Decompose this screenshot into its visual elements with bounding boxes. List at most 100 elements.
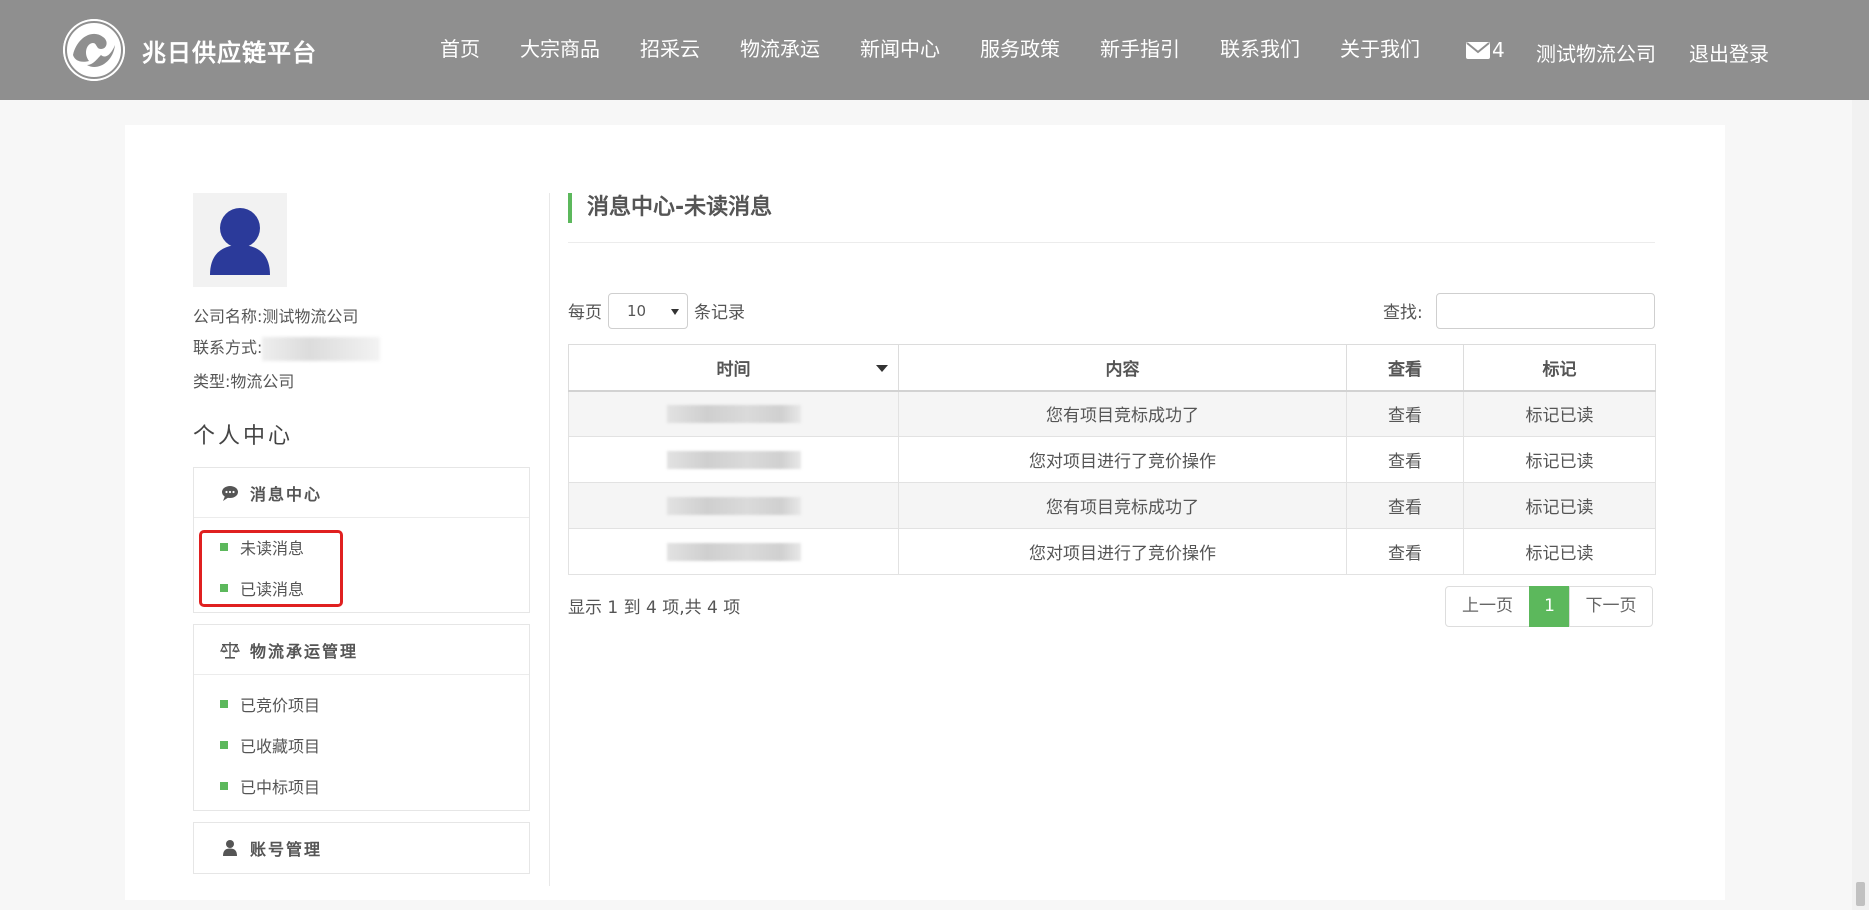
table-row: 您对项目进行了竞价操作 查看 标记已读 <box>568 436 1656 483</box>
vertical-scrollbar[interactable] <box>1852 100 1869 910</box>
title-divider <box>568 242 1655 243</box>
logout-button[interactable]: 退出登录 <box>1689 38 1769 67</box>
bullet-icon <box>220 699 228 708</box>
column-header-time[interactable]: 时间 <box>568 344 899 392</box>
nav-item-policy[interactable]: 服务政策 <box>960 34 1080 64</box>
mark-read-link[interactable]: 标记已读 <box>1463 528 1656 575</box>
page-length-label: 每页 <box>568 303 602 323</box>
type-label: 类型: <box>193 372 231 391</box>
page-length-select[interactable]: 10 <box>608 293 688 329</box>
cell-time <box>568 390 899 437</box>
avatar <box>193 193 287 287</box>
cell-content: 您对项目进行了竞价操作 <box>898 436 1347 483</box>
brand-name[interactable]: 兆日供应链平台 <box>142 33 317 68</box>
page-length-suffix: 条记录 <box>694 303 745 323</box>
highlight-box <box>199 530 343 607</box>
mark-read-link[interactable]: 标记已读 <box>1463 390 1656 437</box>
cell-content: 您有项目竞标成功了 <box>898 482 1347 529</box>
panel-title: 账号管理 <box>250 840 323 859</box>
nav-item-logistics[interactable]: 物流承运 <box>720 34 840 64</box>
time-redacted <box>666 542 801 561</box>
company-label: 公司名称: <box>193 307 263 326</box>
type-info: 类型:物流公司 <box>193 368 294 392</box>
column-label: 时间 <box>716 359 751 380</box>
search-input[interactable] <box>1436 293 1655 329</box>
nav-item-procurement[interactable]: 招采云 <box>620 34 720 64</box>
bullet-icon <box>220 740 228 749</box>
time-redacted <box>666 450 801 469</box>
search-label: 查找: <box>1383 303 1423 323</box>
user-icon <box>220 838 240 858</box>
page-number-button[interactable]: 1 <box>1529 586 1570 627</box>
top-header: 兆日供应链平台 首页 大宗商品 招采云 物流承运 新闻中心 服务政策 新手指引 … <box>0 0 1869 100</box>
table-row: 您对项目进行了竞价操作 查看 标记已读 <box>568 528 1656 575</box>
mail-button[interactable]: 4 <box>1466 38 1505 62</box>
nav-item-guide[interactable]: 新手指引 <box>1080 34 1200 64</box>
balance-scale-icon <box>220 640 240 660</box>
column-header-view[interactable]: 查看 <box>1346 344 1464 392</box>
company-link[interactable]: 测试物流公司 <box>1536 38 1656 67</box>
vertical-divider <box>549 193 550 886</box>
table-header-row: 时间 内容 查看 标记 <box>568 344 1656 392</box>
nav-item-contact[interactable]: 联系我们 <box>1200 34 1320 64</box>
view-link[interactable]: 查看 <box>1346 390 1464 437</box>
prev-page-button[interactable]: 上一页 <box>1445 586 1530 627</box>
pagination: 上一页 1 下一页 <box>1445 586 1653 627</box>
envelope-icon <box>1466 41 1490 59</box>
panel-head-account-management[interactable]: 账号管理 <box>194 823 529 873</box>
page-length-value: 10 <box>627 302 647 320</box>
cell-time <box>568 436 899 483</box>
panel-title: 物流承运管理 <box>250 641 359 661</box>
panel-logistics-management: 物流承运管理 已竞价项目 已收藏项目 已中标项目 <box>193 624 530 811</box>
contact-value-redacted <box>262 336 381 361</box>
type-value: 物流公司 <box>230 372 295 391</box>
page-title: 消息中心-未读消息 <box>568 193 772 223</box>
cell-content: 您对项目进行了竞价操作 <box>898 528 1347 575</box>
table-row: 您有项目竞标成功了 查看 标记已读 <box>568 390 1656 437</box>
table-info: 显示 1 到 4 项,共 4 项 <box>568 598 741 618</box>
main-nav: 首页 大宗商品 招采云 物流承运 新闻中心 服务政策 新手指引 联系我们 关于我… <box>420 34 1440 64</box>
panel-head-message-center[interactable]: 消息中心 <box>194 468 529 518</box>
nav-item-commodities[interactable]: 大宗商品 <box>500 34 620 64</box>
bullet-icon <box>220 781 228 790</box>
panel-account-management: 账号管理 <box>193 822 530 874</box>
panel-head-logistics-management[interactable]: 物流承运管理 <box>194 625 529 675</box>
company-info: 公司名称:测试物流公司 <box>193 303 358 327</box>
sidebar-item-label: 已竞价项目 <box>240 695 321 715</box>
logo-icon[interactable] <box>63 19 125 81</box>
view-link[interactable]: 查看 <box>1346 436 1464 483</box>
column-header-content[interactable]: 内容 <box>898 344 1347 392</box>
sort-desc-icon <box>876 365 888 372</box>
sidebar-item-label: 已中标项目 <box>240 777 321 797</box>
sidebar-item-bid-projects[interactable]: 已竞价项目 <box>194 683 529 724</box>
mark-read-link[interactable]: 标记已读 <box>1463 436 1656 483</box>
cell-time <box>568 528 899 575</box>
next-page-button[interactable]: 下一页 <box>1569 586 1653 627</box>
cell-content: 您有项目竞标成功了 <box>898 390 1347 437</box>
sidebar-item-favorite-projects[interactable]: 已收藏项目 <box>194 724 529 765</box>
messages-table: 时间 内容 查看 标记 您有项目竞标成功了 查看 标记已读 您对项目进行了竞价操… <box>568 344 1656 575</box>
sidebar-item-won-projects[interactable]: 已中标项目 <box>194 765 529 806</box>
view-link[interactable]: 查看 <box>1346 528 1464 575</box>
view-link[interactable]: 查看 <box>1346 482 1464 529</box>
contact-label: 联系方式: <box>193 338 263 357</box>
company-value: 测试物流公司 <box>262 307 359 326</box>
personal-center-title: 个人中心 <box>193 424 294 449</box>
time-redacted <box>666 404 801 423</box>
mail-count: 4 <box>1492 38 1505 62</box>
user-avatar-icon <box>193 193 287 287</box>
chevron-down-icon <box>671 309 679 315</box>
mark-read-link[interactable]: 标记已读 <box>1463 482 1656 529</box>
column-header-mark[interactable]: 标记 <box>1463 344 1656 392</box>
time-redacted <box>666 496 801 515</box>
comment-icon <box>220 483 240 503</box>
panel-title: 消息中心 <box>250 484 323 504</box>
scrollbar-thumb[interactable] <box>1856 882 1865 906</box>
nav-item-about[interactable]: 关于我们 <box>1320 34 1440 64</box>
contact-info: 联系方式: <box>193 334 381 361</box>
table-row: 您有项目竞标成功了 查看 标记已读 <box>568 482 1656 529</box>
nav-item-news[interactable]: 新闻中心 <box>840 34 960 64</box>
nav-item-home[interactable]: 首页 <box>420 34 500 64</box>
cell-time <box>568 482 899 529</box>
sidebar-item-label: 已收藏项目 <box>240 736 321 756</box>
